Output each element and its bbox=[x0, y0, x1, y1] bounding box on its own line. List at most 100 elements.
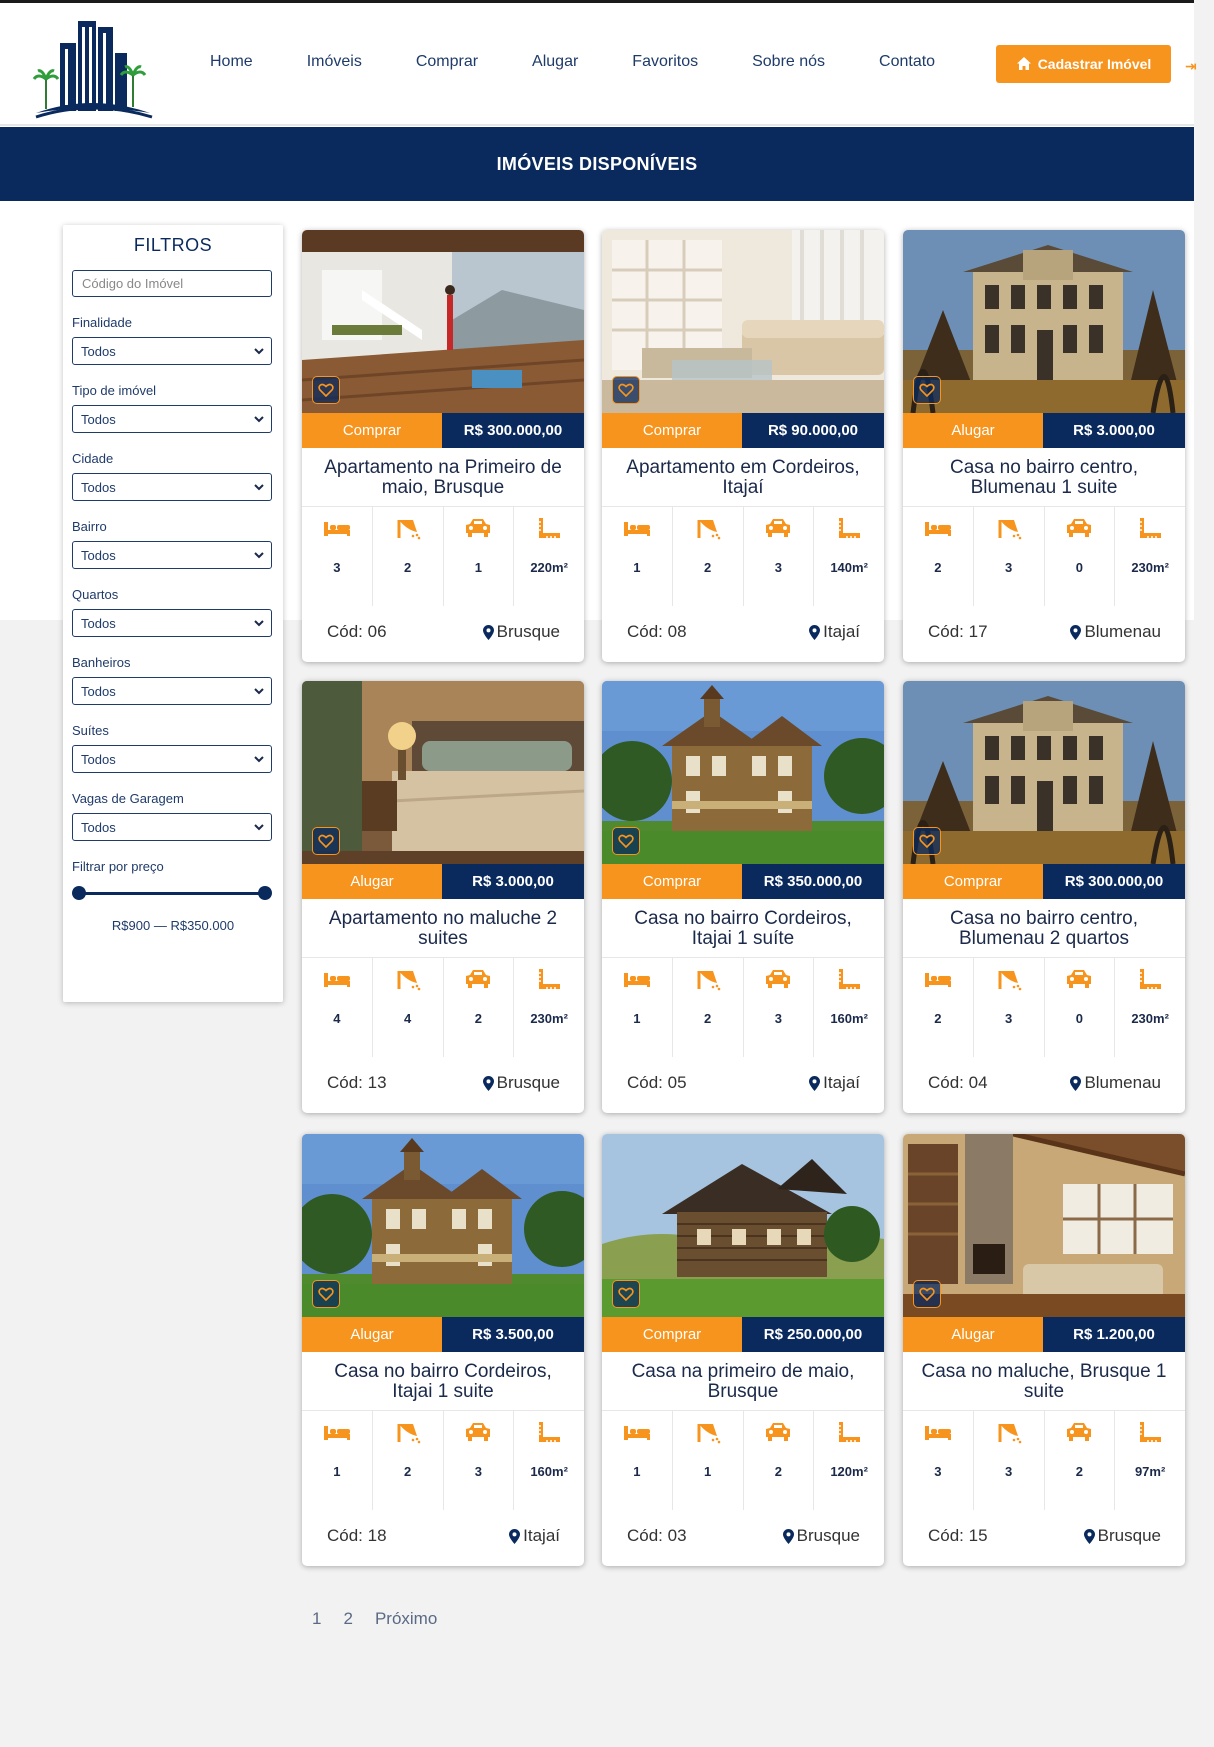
map-pin-icon bbox=[509, 1528, 521, 1544]
next-page-link[interactable]: Próximo bbox=[375, 1609, 437, 1629]
filter-select-vagas-de-garagem[interactable]: Todos bbox=[72, 813, 272, 841]
property-card[interactable]: Alugar R$ 3.000,00 Casa no bairro centro, … bbox=[903, 230, 1185, 662]
filter-select-cidade[interactable]: Todos bbox=[72, 473, 272, 501]
filter-select-quartos[interactable]: Todos bbox=[72, 609, 272, 637]
price-slider-max-handle[interactable] bbox=[258, 886, 272, 900]
property-photo[interactable] bbox=[302, 681, 584, 864]
property-photo[interactable] bbox=[602, 1134, 884, 1317]
favorite-button[interactable] bbox=[913, 376, 941, 404]
filter-select-banheiros[interactable]: Todos bbox=[72, 677, 272, 705]
property-card[interactable]: Alugar R$ 3.500,00 Casa no bairro Cordeiro… bbox=[302, 1134, 584, 1566]
property-city: Brusque bbox=[482, 622, 560, 642]
bed-icon bbox=[323, 522, 350, 536]
favorite-button[interactable] bbox=[612, 827, 640, 855]
feature-bathrooms: 3 bbox=[974, 958, 1045, 1057]
nav-alugar[interactable]: Alugar bbox=[532, 53, 578, 71]
property-card[interactable]: Comprar R$ 300.000,00 Apartamento na Prime… bbox=[302, 230, 584, 662]
login-icon[interactable]: ⇥ bbox=[1185, 58, 1197, 75]
shower-icon bbox=[397, 971, 420, 991]
price-strip: Comprar R$ 350.000,00 bbox=[602, 864, 884, 899]
filter-label-vagas-de-garagem: Vagas de Garagem bbox=[72, 791, 184, 806]
property-card[interactable]: Alugar R$ 3.000,00 Apartamento no maluche … bbox=[302, 681, 584, 1113]
property-title[interactable]: Apartamento em Cordeiros, Itajaí bbox=[612, 458, 874, 498]
property-title[interactable]: Casa no maluche, Brusque 1 suite bbox=[913, 1362, 1175, 1402]
property-features: 1 2 3 160m² bbox=[602, 957, 884, 1057]
page-2-link[interactable]: 2 bbox=[343, 1609, 352, 1629]
property-title[interactable]: Casa na primeiro de maio, Brusque bbox=[612, 1362, 874, 1402]
property-code-input[interactable] bbox=[72, 270, 272, 297]
area-value: 230m² bbox=[1131, 1011, 1169, 1026]
property-photo[interactable] bbox=[602, 230, 884, 413]
property-photo[interactable] bbox=[903, 681, 1185, 864]
feature-area: 160m² bbox=[814, 958, 884, 1057]
property-title[interactable]: Apartamento na Primeiro de maio, Brusque bbox=[312, 458, 574, 498]
property-photo[interactable] bbox=[903, 1134, 1185, 1317]
shower-icon bbox=[697, 520, 720, 540]
property-title[interactable]: Apartamento no maluche 2 suites bbox=[312, 909, 574, 949]
filter-select-value: Todos bbox=[81, 479, 116, 495]
garage-value: 3 bbox=[774, 1011, 782, 1026]
property-title[interactable]: Casa no bairro centro, Blumenau 2 quarto… bbox=[913, 909, 1175, 949]
property-card[interactable]: Comprar R$ 90.000,00 Apartamento em Cordei… bbox=[602, 230, 884, 662]
feature-bedrooms: 3 bbox=[302, 507, 373, 606]
shower-icon bbox=[397, 520, 420, 540]
price-slider[interactable] bbox=[72, 884, 272, 904]
feature-area: 230m² bbox=[1115, 958, 1185, 1057]
price-strip: Comprar R$ 300.000,00 bbox=[903, 864, 1185, 899]
filter-select-bairro[interactable]: Todos bbox=[72, 541, 272, 569]
car-icon bbox=[766, 1423, 791, 1441]
property-card[interactable]: Alugar R$ 1.200,00 Casa no maluche, Brusqu… bbox=[903, 1134, 1185, 1566]
favorite-button[interactable] bbox=[312, 827, 340, 855]
property-card[interactable]: Comprar R$ 250.000,00 Casa na primeiro de … bbox=[602, 1134, 884, 1566]
nav-comprar[interactable]: Comprar bbox=[416, 53, 478, 71]
favorite-button[interactable] bbox=[312, 376, 340, 404]
favorite-button[interactable] bbox=[612, 1280, 640, 1308]
price-badge: R$ 3.500,00 bbox=[442, 1317, 584, 1352]
area-value: 97m² bbox=[1134, 1464, 1166, 1479]
price-badge: R$ 350.000,00 bbox=[742, 864, 884, 899]
chevron-down-icon bbox=[254, 756, 264, 763]
filter-select-suites[interactable]: Todos bbox=[72, 745, 272, 773]
favorite-button[interactable] bbox=[612, 376, 640, 404]
purpose-badge: Alugar bbox=[302, 864, 442, 899]
nav-home[interactable]: Home bbox=[210, 53, 253, 71]
garage-value: 0 bbox=[1075, 1011, 1083, 1026]
property-code: Cód: 15 bbox=[928, 1526, 988, 1545]
price-strip: Comprar R$ 300.000,00 bbox=[302, 413, 584, 448]
nav-contato[interactable]: Contato bbox=[879, 53, 935, 71]
cadastrar-imovel-button[interactable]: Cadastrar Imóvel bbox=[996, 45, 1171, 83]
price-slider-min-handle[interactable] bbox=[72, 886, 86, 900]
bed-icon bbox=[924, 522, 951, 536]
property-code: Cód: 08 bbox=[627, 622, 687, 641]
property-city: Brusque bbox=[482, 1073, 560, 1093]
property-photo[interactable] bbox=[302, 1134, 584, 1317]
filter-select-tipo-de-imovel[interactable]: Todos bbox=[72, 405, 272, 433]
feature-area: 230m² bbox=[514, 958, 584, 1057]
favorite-button[interactable] bbox=[913, 1280, 941, 1308]
property-code: Cód: 06 bbox=[327, 622, 387, 641]
city-name: Brusque bbox=[496, 1073, 560, 1092]
property-photo[interactable] bbox=[302, 230, 584, 413]
page-1-link[interactable]: 1 bbox=[312, 1609, 321, 1629]
nav-imoveis[interactable]: Imóveis bbox=[307, 53, 362, 71]
nav-sobre[interactable]: Sobre nós bbox=[752, 53, 825, 71]
property-photo[interactable] bbox=[903, 230, 1185, 413]
area-value: 230m² bbox=[1131, 560, 1169, 575]
map-pin-icon bbox=[1070, 624, 1082, 640]
favorite-button[interactable] bbox=[312, 1280, 340, 1308]
property-title[interactable]: Casa no bairro centro, Blumenau 1 suite bbox=[913, 458, 1175, 498]
bedrooms-value: 1 bbox=[633, 560, 641, 575]
property-card[interactable]: Comprar R$ 300.000,00 Casa no bairro centr… bbox=[903, 681, 1185, 1113]
property-title[interactable]: Casa no bairro Cordeiros, Itajai 1 suíte bbox=[612, 909, 874, 949]
logo[interactable] bbox=[32, 13, 154, 121]
favorite-button[interactable] bbox=[913, 827, 941, 855]
property-title[interactable]: Casa no bairro Cordeiros, Itajai 1 suite bbox=[312, 1362, 574, 1402]
property-card[interactable]: Comprar R$ 350.000,00 Casa no bairro Corde… bbox=[602, 681, 884, 1113]
nav-favoritos[interactable]: Favoritos bbox=[632, 53, 698, 71]
property-photo[interactable] bbox=[602, 681, 884, 864]
feature-area: 140m² bbox=[814, 507, 884, 606]
filter-select-finalidade[interactable]: Todos bbox=[72, 337, 272, 365]
heart-icon bbox=[618, 1287, 634, 1302]
garage-value: 2 bbox=[1075, 1464, 1083, 1479]
filter-select-value: Todos bbox=[81, 615, 116, 631]
